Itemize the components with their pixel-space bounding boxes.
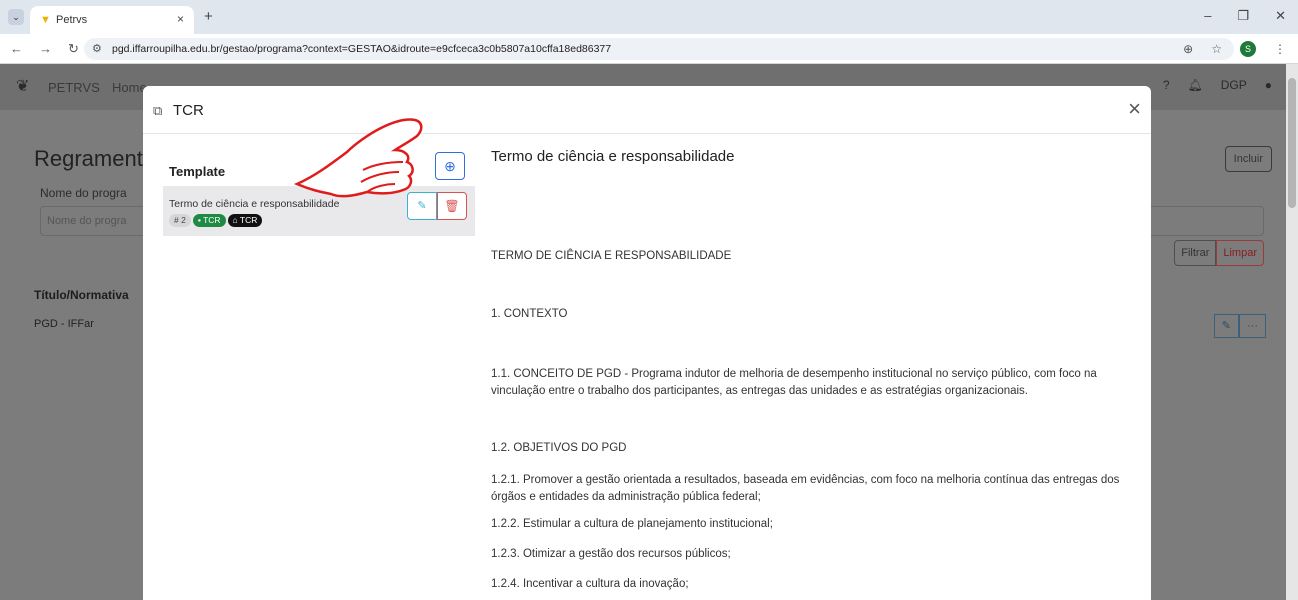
filter-actions: Filtrar Limpar	[1174, 240, 1264, 266]
table-row-title: PGD - IFFar	[34, 318, 94, 330]
include-button[interactable]: Incluir	[1224, 146, 1272, 172]
filter-button[interactable]: Filtrar	[1174, 240, 1217, 266]
browser-menu-icon[interactable]: ⋮	[1274, 42, 1286, 56]
help-icon[interactable]: ?	[1163, 78, 1170, 92]
app-header-actions: ? 🔔︎ DGP ●	[1163, 78, 1272, 92]
template-type-badge-label: TCR	[203, 215, 221, 225]
browser-tab-bar: ⌄ ▼ Petrvs × + – ❐ ✕	[0, 0, 1298, 34]
page-scrollbar[interactable]	[1286, 64, 1298, 600]
app-brand: PETRVS	[48, 80, 100, 95]
doc-paragraph: 1.2.4. Incentivar a cultura da inovação;	[491, 578, 689, 590]
back-icon[interactable]: ←	[10, 41, 23, 57]
tcr-modal: ⧉ TCR × Template ⊕ Termo de ciência e re…	[143, 86, 1151, 600]
menu-home[interactable]: Home	[112, 80, 147, 95]
row-actions: ✎ ···	[1213, 314, 1266, 338]
doc-paragraph: TERMO DE CIÊNCIA E RESPONSABILIDADE	[491, 250, 732, 262]
row-edit-icon[interactable]: ✎	[1213, 314, 1239, 338]
bell-icon[interactable]: 🔔︎	[1188, 78, 1203, 92]
document-heading: Termo de ciência e responsabilidade	[491, 148, 735, 165]
template-type-badge: ▪ TCR	[192, 214, 226, 227]
template-badges: # 2 ▪ TCR ⌂ TCR	[169, 214, 263, 227]
tab-search-icon[interactable]: ⌄	[8, 9, 24, 25]
doc-paragraph: 1.2. OBJETIVOS DO PGD	[491, 442, 627, 454]
template-tag-badge-label: TCR	[239, 215, 258, 225]
clear-button[interactable]: Limpar	[1216, 240, 1264, 266]
tab-close-icon[interactable]: ×	[177, 12, 184, 26]
site-info-icon[interactable]: ⚙	[92, 42, 102, 55]
program-name-label: Nome do progra	[40, 186, 127, 200]
modal-title: TCR	[173, 102, 204, 119]
template-tag-badge: ⌂ TCR	[227, 214, 263, 227]
page-scrollbar-thumb[interactable]	[1288, 78, 1296, 208]
user-icon[interactable]: ●	[1265, 78, 1272, 92]
zoom-icon[interactable]: ⊕	[1183, 42, 1193, 56]
forward-icon[interactable]: →	[39, 41, 52, 57]
navigation-buttons: ← → ↻	[10, 41, 79, 57]
petrvs-favicon-icon: ▼	[40, 14, 51, 26]
row-more-button[interactable]: ···	[1239, 314, 1266, 338]
template-heading: Template	[169, 164, 226, 179]
pointing-hand-icon	[293, 118, 423, 198]
column-header-title: Título/Normativa	[34, 288, 129, 302]
browser-tab[interactable]: ▼ Petrvs ×	[30, 6, 194, 34]
document-content: Termo de ciência e responsabilidade TERM…	[491, 86, 1135, 600]
petrvs-logo-icon: ❦	[16, 78, 30, 95]
tab-title: Petrvs	[56, 14, 88, 26]
bookmark-star-icon[interactable]: ☆	[1211, 42, 1222, 56]
doc-paragraph: 1.2.2. Estimular a cultura de planejamen…	[491, 518, 773, 530]
url-input[interactable]: ⚙ pgd.iffarroupilha.edu.br/gestao/progra…	[84, 38, 1234, 60]
user-menu[interactable]: DGP	[1221, 78, 1247, 92]
page-title: Regramento	[34, 146, 156, 171]
doc-paragraph: 1.1. CONCEITO DE PGD - Programa indutor …	[491, 368, 1097, 397]
add-template-button[interactable]: ⊕	[435, 152, 465, 180]
doc-paragraph: 1.2.3. Otimizar a gestão dos recursos pú…	[491, 548, 731, 560]
url-text: pgd.iffarroupilha.edu.br/gestao/programa…	[112, 43, 612, 55]
browser-actions: ⊕ ☆ S ⋮	[1183, 41, 1286, 57]
window-close-icon[interactable]: ✕	[1275, 8, 1286, 24]
external-link-icon: ⧉	[153, 103, 163, 118]
delete-template-button[interactable]: 🗑︎	[437, 192, 467, 220]
doc-paragraph: 1. CONTEXTO	[491, 308, 568, 320]
window-controls: – ❐ ✕	[1204, 8, 1286, 24]
minimize-icon[interactable]: –	[1204, 8, 1211, 24]
reload-icon[interactable]: ↻	[68, 41, 79, 57]
template-id-badge: # 2	[169, 214, 191, 227]
program-name-placeholder: Nome do progra	[47, 215, 127, 227]
address-bar: ← → ↻ ⚙ pgd.iffarroupilha.edu.br/gestao/…	[0, 34, 1298, 64]
new-tab-button[interactable]: +	[204, 8, 213, 25]
restore-icon[interactable]: ❐	[1237, 8, 1249, 24]
doc-paragraph: 1.2.1. Promover a gestão orientada a res…	[491, 474, 1120, 503]
profile-avatar[interactable]: S	[1240, 41, 1256, 57]
